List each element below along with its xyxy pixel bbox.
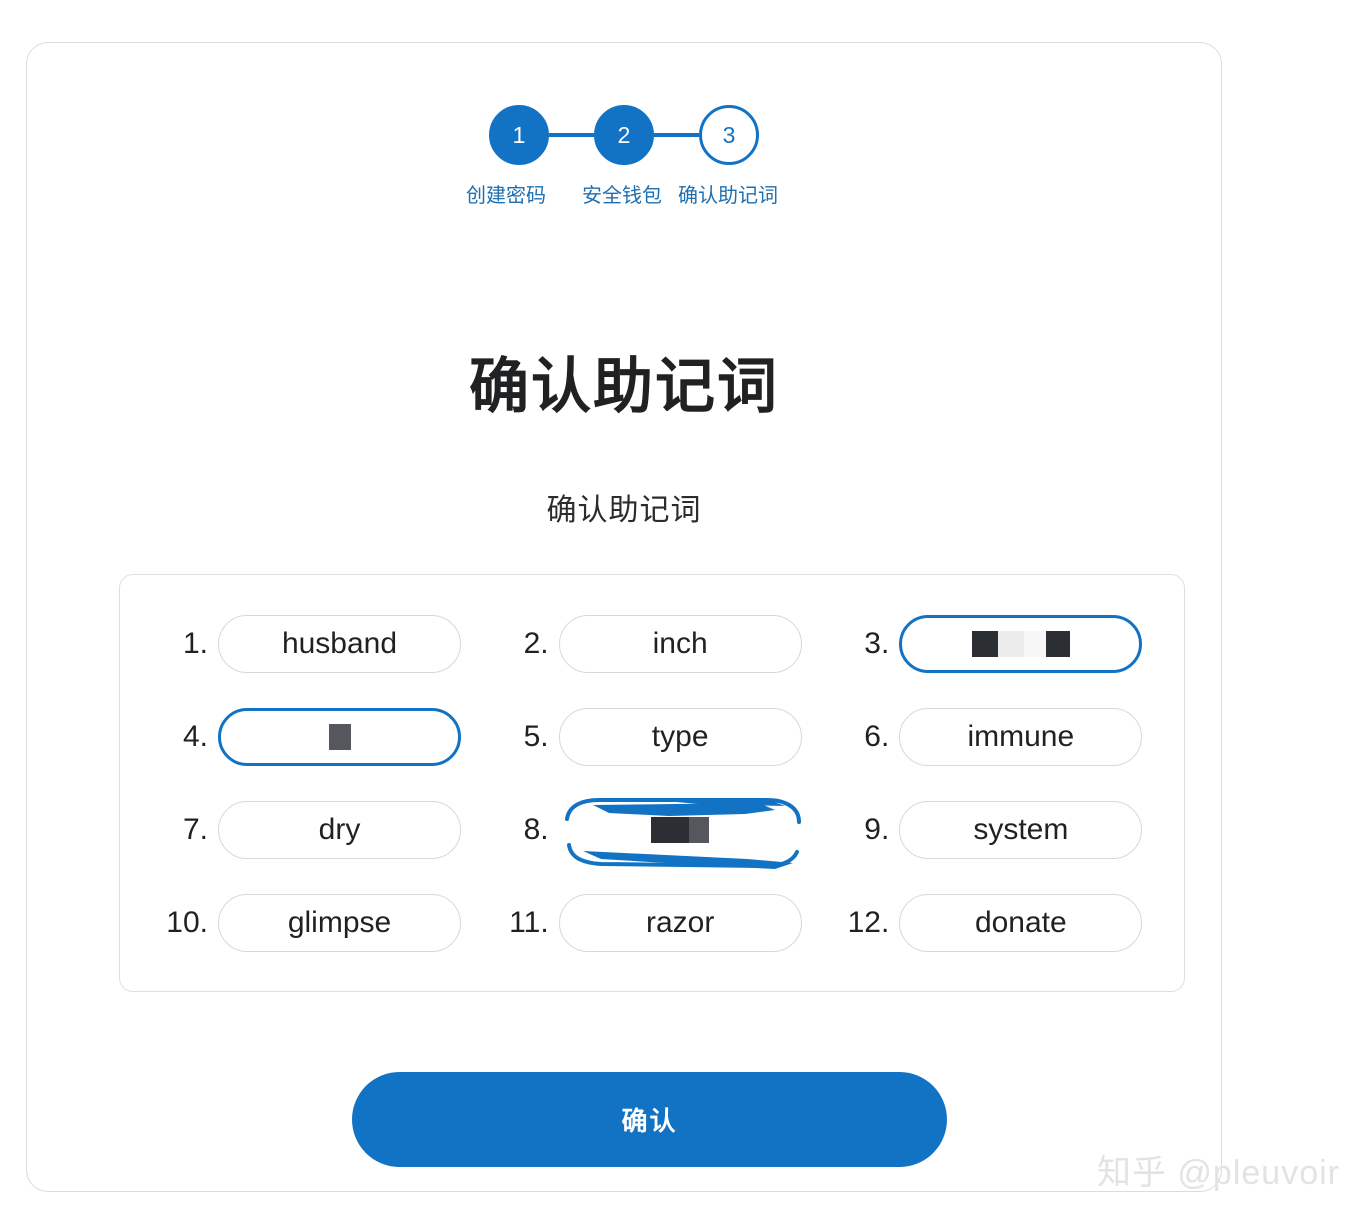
mnemonic-chip-9[interactable]: system [899, 800, 1143, 859]
mnemonic-cell: 1. husband [146, 597, 477, 690]
mnemonic-cell: 2. inch [487, 597, 818, 690]
confirm-button[interactable]: 确认 [352, 1072, 947, 1167]
mnemonic-index: 5. [523, 719, 549, 753]
redaction-mask [971, 630, 1070, 657]
mnemonic-index: 6. [864, 719, 890, 753]
stepper-labels: 创建密码 安全钱包 确认助记词 [464, 181, 784, 211]
redaction-mask [328, 723, 351, 750]
mnemonic-chip-4[interactable] [218, 707, 461, 766]
mnemonic-panel: 1. husband 2. inch 3. 4. 5. type 6. immu… [119, 574, 1185, 992]
redaction-mask [651, 816, 710, 843]
step-label-1: 创建密码 [466, 185, 546, 207]
step-connector-2 [654, 133, 699, 137]
mnemonic-cell: 10. glimpse [146, 876, 477, 969]
mnemonic-chip-1[interactable]: husband [218, 614, 461, 673]
mnemonic-cell: 6. immune [827, 690, 1158, 783]
mnemonic-cell: 3. [827, 597, 1158, 690]
mnemonic-index: 9. [864, 812, 890, 846]
step-label-3: 确认助记词 [678, 185, 778, 207]
watermark: 知乎 @pleuvoir [1096, 1154, 1340, 1192]
mnemonic-grid: 1. husband 2. inch 3. 4. 5. type 6. immu… [146, 597, 1158, 969]
step-label-2: 安全钱包 [582, 185, 662, 207]
step-circle-1[interactable]: 1 [489, 105, 549, 165]
stepper: 1 2 3 创建密码 安全钱包 确认助记词 [27, 105, 1221, 211]
mnemonic-cell: 9. system [827, 783, 1158, 876]
mnemonic-chip-7[interactable]: dry [218, 800, 461, 859]
mnemonic-index: 1. [182, 626, 208, 660]
mnemonic-chip-2[interactable]: inch [558, 614, 802, 673]
mnemonic-chip-8[interactable] [559, 797, 802, 869]
mnemonic-cell: 12. donate [827, 876, 1158, 969]
mnemonic-cell: 5. type [487, 690, 818, 783]
page-subtitle: 确认助记词 [546, 494, 702, 527]
mnemonic-cell: 8. [487, 783, 818, 876]
mnemonic-index: 8. [523, 812, 549, 846]
step-connector-1 [549, 133, 594, 137]
mnemonic-cell: 4. [146, 690, 477, 783]
signup-card: 1 2 3 创建密码 安全钱包 确认助记词 确认助记词 确认助记词 1. hus… [26, 42, 1222, 1192]
mnemonic-cell: 7. dry [146, 783, 477, 876]
mnemonic-index: 2. [523, 626, 549, 660]
mnemonic-index: 7. [182, 812, 208, 846]
step-circle-2[interactable]: 2 [594, 105, 654, 165]
mnemonic-chip-3[interactable] [899, 614, 1143, 673]
mnemonic-chip-10[interactable]: glimpse [218, 893, 461, 952]
page-title: 确认助记词 [469, 353, 779, 420]
mnemonic-index: 12. [847, 905, 890, 939]
mnemonic-index: 3. [864, 626, 890, 660]
mnemonic-cell: 11. razor [487, 876, 818, 969]
mnemonic-chip-12[interactable]: donate [899, 893, 1143, 952]
mnemonic-chip-5[interactable]: type [558, 707, 802, 766]
step-circle-3[interactable]: 3 [699, 105, 759, 165]
mnemonic-index: 10. [166, 905, 208, 939]
mnemonic-chip-11[interactable]: razor [558, 893, 802, 952]
mnemonic-index: 11. [509, 905, 549, 939]
mnemonic-index: 4. [182, 719, 208, 753]
stepper-circles: 1 2 3 [489, 105, 759, 165]
mnemonic-chip-6[interactable]: immune [899, 707, 1143, 766]
